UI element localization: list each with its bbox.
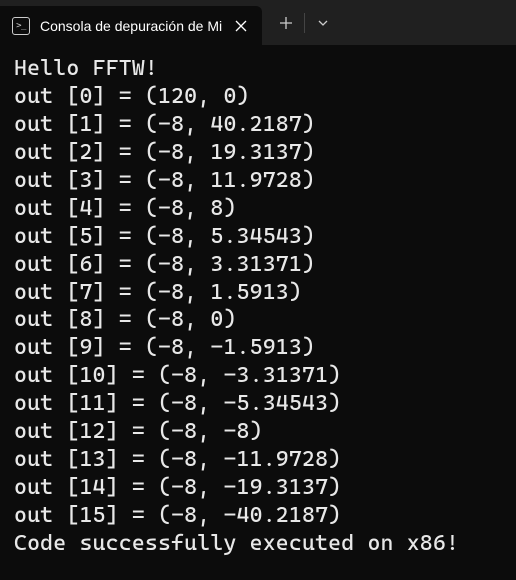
chevron-down-icon bbox=[317, 17, 329, 29]
tab-title: Consola de depuración de Mi bbox=[40, 18, 222, 34]
output-line: out [2] = (-8, 19.3137) bbox=[14, 139, 502, 167]
close-icon bbox=[235, 20, 247, 32]
output-final-message: Code successfully executed on x86! bbox=[14, 530, 502, 558]
output-line: out [15] = (-8, -40.2187) bbox=[14, 502, 502, 530]
output-line: out [14] = (-8, -19.3137) bbox=[14, 474, 502, 502]
terminal-icon: >_ bbox=[12, 17, 30, 35]
output-line: out [7] = (-8, 1.5913) bbox=[14, 279, 502, 307]
output-line: out [1] = (-8, 40.2187) bbox=[14, 111, 502, 139]
new-tab-button[interactable] bbox=[268, 0, 304, 45]
output-line: out [6] = (-8, 3.31371) bbox=[14, 251, 502, 279]
output-line: out [8] = (-8, 0) bbox=[14, 306, 502, 334]
output-line: out [0] = (120, 0) bbox=[14, 83, 502, 111]
tabbar-actions bbox=[268, 0, 341, 45]
output-line: out [10] = (-8, -3.31371) bbox=[14, 362, 502, 390]
output-line: out [3] = (-8, 11.9728) bbox=[14, 167, 502, 195]
tab-close-button[interactable] bbox=[232, 17, 250, 35]
output-greeting: Hello FFTW! bbox=[14, 55, 502, 83]
output-line: out [9] = (-8, -1.5913) bbox=[14, 334, 502, 362]
output-line: out [13] = (-8, -11.9728) bbox=[14, 446, 502, 474]
output-line: out [5] = (-8, 5.34543) bbox=[14, 223, 502, 251]
output-line: out [4] = (-8, 8) bbox=[14, 195, 502, 223]
output-line: out [12] = (-8, -8) bbox=[14, 418, 502, 446]
tab-dropdown-button[interactable] bbox=[305, 0, 341, 45]
window-titlebar: >_ Consola de depuración de Mi bbox=[0, 0, 516, 45]
output-line: out [11] = (-8, -5.34543) bbox=[14, 390, 502, 418]
active-tab[interactable]: >_ Consola de depuración de Mi bbox=[0, 6, 262, 45]
terminal-output[interactable]: Hello FFTW!out [0] = (120, 0)out [1] = (… bbox=[0, 45, 516, 568]
plus-icon bbox=[279, 16, 293, 30]
